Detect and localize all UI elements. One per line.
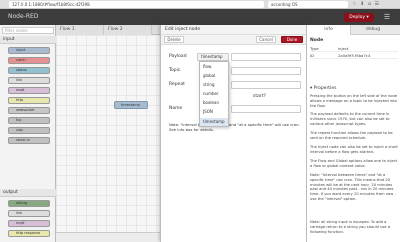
palette-node[interactable]: link [8, 210, 50, 217]
cron-note: Note: "interval between times" and "at a… [169, 122, 300, 132]
palette-node[interactable]: websocket [8, 107, 50, 114]
repeat-select[interactable] [231, 81, 301, 89]
palette-category-input[interactable]: input [0, 36, 56, 44]
palette-node[interactable]: tcp [8, 117, 50, 124]
help-paragraph: The Flow and Global options allow one to… [310, 159, 398, 168]
palette-filter-input[interactable]: filter nodes [2, 27, 54, 34]
palette-node[interactable]: mqtt [8, 220, 50, 227]
dropdown-option-string[interactable]: string [200, 81, 228, 89]
tab-flow-1[interactable]: Flow 1 [56, 25, 104, 35]
payload-value-input[interactable] [231, 53, 301, 61]
inject-node[interactable]: timestamp [114, 101, 148, 109]
palette-node[interactable]: http [8, 97, 50, 104]
payload-type-dropdown: flow. global. string number boolean JSON… [199, 61, 229, 127]
address-bar[interactable]: 127.0.0.1:1880/#flow/f1b8f0cc.d2f398 [9, 1, 264, 8]
node-palette: filter nodes input inject catch status l… [0, 25, 56, 242]
app-title: Node-RED [8, 13, 39, 20]
deploy-button[interactable]: Deploy ▾ [344, 13, 374, 22]
help-paragraph: The repeat function allows the payload t… [310, 131, 393, 140]
done-button[interactable]: Done [281, 36, 303, 43]
topic-label: Topic [169, 68, 181, 73]
workspace-footer [56, 232, 160, 242]
palette-node[interactable]: mqtt [8, 87, 50, 94]
help-paragraph: Note: all string input is escaped. To ad… [310, 220, 391, 234]
palette-node[interactable]: catch [8, 57, 50, 64]
help-paragraph: Note: "Interval between times" and "at a… [310, 173, 396, 201]
info-row: Type inject [310, 46, 398, 52]
palette-node[interactable]: udp [8, 127, 50, 134]
info-row: ID 2a5a9f3.f5ba7c4 [310, 53, 398, 59]
repeat-label: Repeat [169, 82, 185, 87]
palette-node[interactable]: inject [8, 47, 50, 54]
menu-icon[interactable]: ☰ [380, 13, 394, 22]
flow-workspace[interactable]: Flow 1 Flow 2 timestamp [56, 25, 160, 242]
palette-category-output[interactable]: output [0, 189, 56, 197]
payload-type-select[interactable]: timestamp [197, 53, 229, 61]
browser-search-input[interactable]: according OS [268, 1, 348, 8]
help-paragraph: The payload defaults to the current time… [310, 112, 390, 126]
info-value: 2a5a9f3.f5ba7c4 [338, 53, 371, 58]
dropdown-option-timestamp[interactable]: timestamp [200, 118, 228, 126]
tab-flow-2[interactable]: Flow 2 [104, 25, 152, 35]
properties-section-toggle[interactable]: ▾ Properties [310, 86, 336, 91]
palette-node[interactable]: http response [8, 230, 50, 237]
palette-node[interactable]: status [8, 67, 50, 74]
info-key: ID [310, 53, 315, 58]
dropdown-option-json[interactable]: JSON [200, 108, 228, 116]
browser-toolbar-icons[interactable]: ☆ ⬇ ⌂ ☰ [352, 0, 380, 9]
browser-toolbar: 127.0.0.1:1880/#flow/f1b8f0cc.d2f398 acc… [0, 0, 400, 9]
topic-input[interactable] [231, 67, 301, 75]
edit-tray: Edit inject node Delete Cancel Done Payl… [160, 25, 307, 242]
name-input[interactable] [231, 105, 301, 113]
help-paragraph: Pressing the button on the left side of … [310, 94, 398, 108]
name-label: Name [169, 106, 183, 111]
tray-title: Edit inject node [161, 25, 307, 35]
palette-node[interactable]: link [8, 77, 50, 84]
dropdown-option-global[interactable]: global. [200, 72, 228, 80]
workspace-grid[interactable] [56, 35, 160, 242]
dropdown-option-number[interactable]: number [200, 90, 228, 98]
palette-node[interactable]: debug [8, 200, 50, 207]
delete-button[interactable]: Delete [164, 36, 184, 43]
info-sidebar: info debug Node Type inject ID 2a5a9f3.f… [306, 25, 400, 242]
cancel-button[interactable]: Cancel [256, 36, 276, 43]
tray-toolbar: Delete Cancel Done [161, 35, 307, 45]
help-paragraph: The Inject node can also be set to injec… [310, 145, 398, 154]
palette-node[interactable]: serial in [8, 137, 50, 144]
payload-label: Payload [169, 54, 187, 59]
sidebar-tab-bar: info debug [307, 25, 400, 35]
sidebar-node-heading: Node [310, 38, 324, 43]
info-value: inject [338, 46, 349, 51]
workspace-tab-bar: Flow 1 Flow 2 [56, 25, 160, 35]
dropdown-option-boolean[interactable]: boolean [200, 99, 228, 107]
dropdown-option-flow[interactable]: flow. [200, 63, 228, 71]
inject-once-label: start? [253, 94, 266, 99]
info-key: Type [310, 46, 319, 51]
app-header: Node-RED Deploy ▾ ☰ [0, 9, 400, 25]
tab-debug[interactable]: debug [351, 25, 395, 35]
tab-info[interactable]: info [307, 25, 351, 35]
